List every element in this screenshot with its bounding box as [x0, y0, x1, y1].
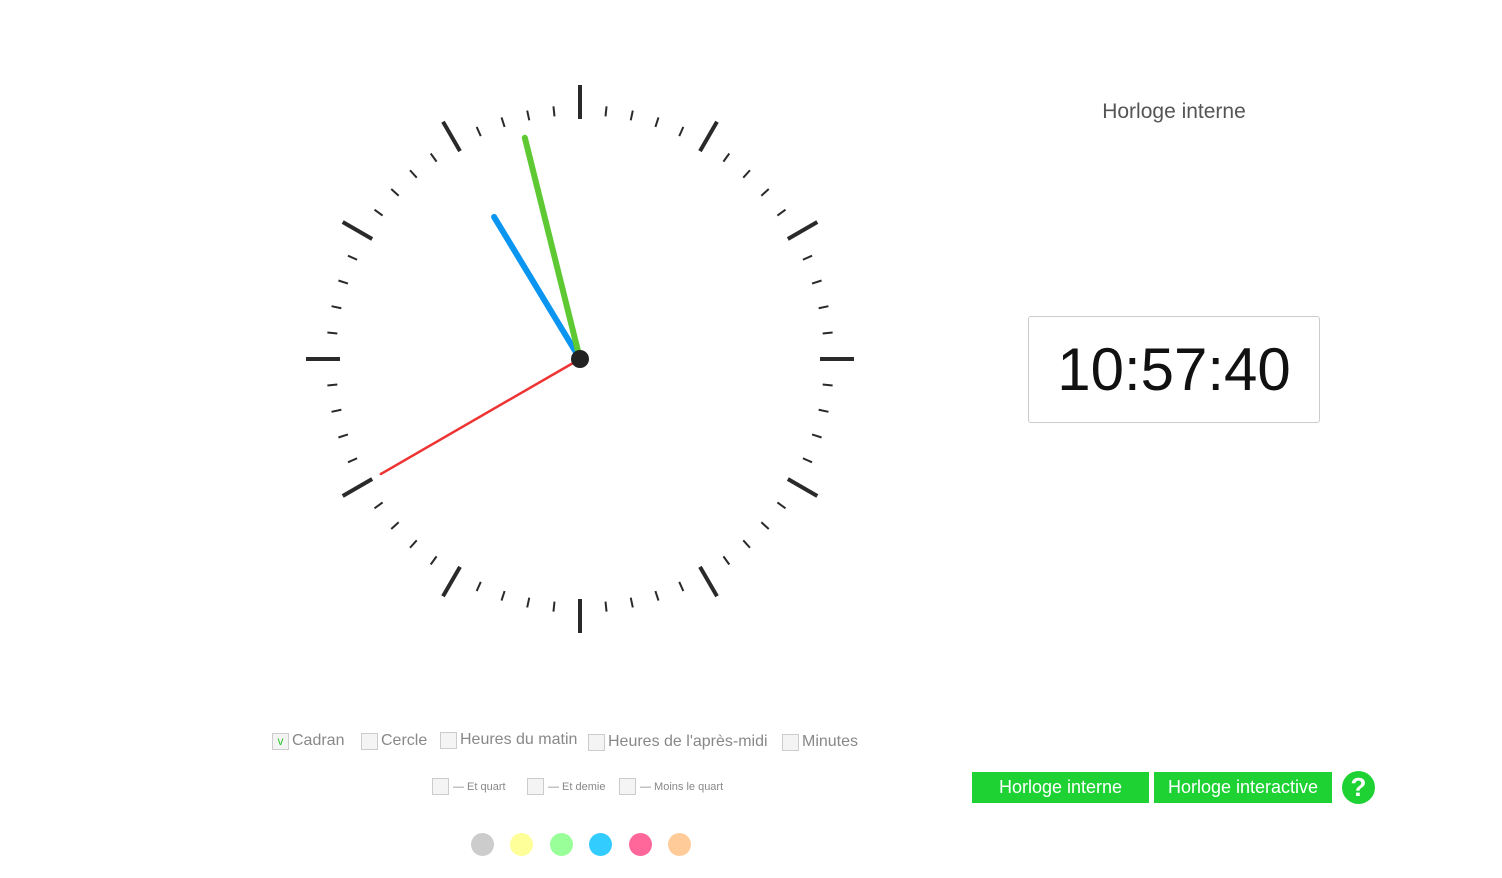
minute-tick — [811, 279, 822, 285]
clock-center-cap — [571, 350, 589, 368]
mode-title: Horloge interne — [1102, 100, 1246, 123]
minute-tick — [776, 501, 787, 510]
minute-tick — [390, 521, 400, 530]
hour-tick — [341, 477, 374, 498]
minute-tick — [429, 555, 438, 566]
second-hand — [379, 357, 582, 476]
color-swatch-gray[interactable] — [471, 833, 494, 856]
analog-clock — [306, 85, 854, 633]
option-moins-le-quart[interactable]: — Moins le quart — [619, 778, 723, 795]
hour-hand — [491, 213, 583, 362]
minute-tick — [327, 383, 338, 387]
checkbox-et-quart[interactable] — [432, 778, 449, 795]
minute-tick — [629, 597, 634, 608]
minute-tick — [347, 254, 358, 261]
option-label: — Et quart — [453, 780, 506, 793]
checkbox-et-demie[interactable] — [527, 778, 544, 795]
minute-tick — [802, 254, 813, 261]
option-label: Heures de l'après-midi — [608, 733, 768, 750]
minute-tick — [654, 590, 660, 601]
hour-tick — [698, 120, 719, 153]
checkbox-heures-apres-midi[interactable] — [588, 733, 605, 751]
minute-tick — [338, 279, 349, 285]
minute-tick — [822, 383, 833, 387]
minute-tick — [760, 521, 770, 530]
color-swatch-yellow[interactable] — [510, 833, 533, 856]
minute-tick — [500, 590, 506, 601]
checkbox-minutes[interactable] — [782, 733, 799, 751]
checkbox-cercle[interactable] — [361, 732, 378, 750]
minute-tick — [742, 539, 751, 549]
color-swatch-green[interactable] — [550, 833, 573, 856]
option-minutes[interactable]: Minutes — [782, 733, 858, 751]
option-heures-du-matin[interactable]: Heures du matin — [440, 731, 577, 749]
internal-clock-button[interactable]: Horloge interne — [972, 772, 1149, 803]
minute-tick — [722, 152, 731, 163]
hour-tick — [786, 220, 819, 241]
option-label: Cercle — [381, 732, 428, 749]
option-cadran[interactable]: v Cadran — [272, 732, 344, 750]
minute-tick — [327, 331, 338, 335]
color-swatch-peach[interactable] — [668, 833, 691, 856]
minute-tick — [822, 331, 833, 335]
option-label: — Et demie — [548, 780, 606, 793]
minute-tick — [552, 106, 556, 117]
digital-time-display: 10:57:40 — [1028, 316, 1320, 423]
minute-tick — [678, 126, 685, 137]
checkbox-heures-du-matin[interactable] — [440, 731, 457, 749]
minute-hand — [521, 134, 583, 362]
option-label: Cadran — [292, 732, 345, 749]
hour-tick — [341, 220, 374, 241]
minute-tick — [526, 110, 531, 121]
minute-tick — [678, 581, 685, 592]
minute-tick — [629, 110, 634, 121]
color-swatch-blue[interactable] — [589, 833, 612, 856]
option-label: — Moins le quart — [640, 780, 724, 793]
minute-tick — [390, 188, 400, 197]
minute-tick — [373, 501, 384, 510]
hour-tick — [698, 565, 719, 598]
help-button[interactable]: ? — [1342, 771, 1375, 804]
hour-tick — [441, 120, 462, 153]
color-swatch-pink[interactable] — [629, 833, 652, 856]
digital-time-text: 10:57:40 — [1057, 336, 1291, 403]
minute-tick — [409, 539, 418, 549]
minute-tick — [811, 433, 822, 439]
hour-tick — [786, 477, 819, 498]
minute-tick — [818, 408, 829, 413]
option-et-quart[interactable]: — Et quart — [432, 778, 506, 795]
minute-tick — [802, 457, 813, 464]
option-cercle[interactable]: Cercle — [361, 732, 427, 750]
minute-tick — [373, 208, 384, 217]
minute-tick — [338, 433, 349, 439]
minute-tick — [409, 169, 418, 179]
minute-tick — [776, 208, 787, 217]
checkbox-cadran[interactable]: v — [272, 732, 289, 750]
interactive-clock-button[interactable]: Horloge interactive — [1154, 772, 1332, 803]
minute-tick — [818, 305, 829, 310]
minute-tick — [526, 597, 531, 608]
minute-tick — [500, 117, 506, 128]
minute-tick — [604, 106, 608, 117]
option-et-demie[interactable]: — Et demie — [527, 778, 605, 795]
minute-tick — [475, 126, 482, 137]
minute-tick — [347, 457, 358, 464]
minute-tick — [722, 555, 731, 566]
minute-tick — [331, 305, 342, 310]
option-label: Minutes — [802, 733, 859, 750]
minute-tick — [742, 169, 751, 179]
option-heures-apres-midi[interactable]: Heures de l'après-midi — [588, 733, 768, 751]
minute-tick — [760, 188, 770, 197]
minute-tick — [552, 601, 556, 612]
option-label: Heures du matin — [460, 731, 578, 748]
minute-tick — [331, 408, 342, 413]
minute-tick — [429, 152, 438, 163]
minute-tick — [604, 601, 608, 612]
minute-tick — [654, 117, 660, 128]
checkbox-moins-le-quart[interactable] — [619, 778, 636, 795]
minute-tick — [475, 581, 482, 592]
hour-tick — [441, 565, 462, 598]
